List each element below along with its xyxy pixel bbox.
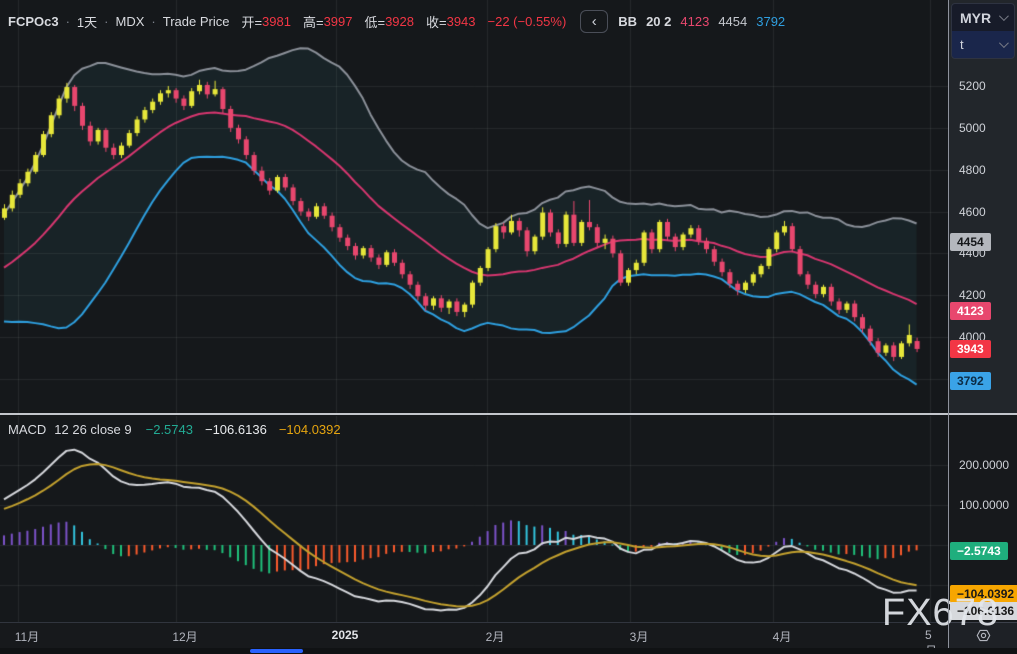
time-axis-label: 11月 (15, 628, 39, 645)
macd-hist-value: −2.5743 (146, 422, 193, 437)
collapse-indicators-button[interactable]: ‹ (580, 10, 608, 33)
price-label-badge: 4454 (950, 233, 991, 251)
time-axis[interactable]: 11月12月20252月3月4月5月 (0, 622, 949, 648)
currency-value: MYR (960, 10, 991, 26)
bottom-scrollbar-track (0, 648, 1017, 654)
macd-chart-canvas[interactable] (0, 416, 949, 622)
time-axis-label: 3月 (630, 628, 649, 645)
macd-indicator-legend[interactable]: MACD 12 26 close 9 −2.5743 −106.6136 −10… (8, 420, 341, 438)
time-axis-label: 4月 (773, 628, 792, 645)
high-value: 3997 (324, 14, 353, 29)
price-label-badge: 3943 (950, 340, 991, 358)
bb-name: BB (618, 14, 637, 29)
symbol-name[interactable]: FCPOc3 (8, 14, 59, 29)
axis-separator[interactable] (948, 0, 949, 648)
price-tick: 4200 (959, 288, 986, 302)
bb-lower-value: 3792 (756, 14, 785, 29)
chevron-left-icon: ‹ (592, 13, 597, 30)
price-label-badge: −2.5743 (950, 542, 1008, 560)
time-axis-label: 2月 (486, 628, 505, 645)
macd-signal-value: −104.0392 (279, 422, 341, 437)
close-value: 3943 (447, 14, 476, 29)
low-value: 3928 (385, 14, 414, 29)
change-value: −22 (−0.55%) (488, 14, 567, 29)
price-axis[interactable]: MYR t 5200500048004600440042004000200.00… (949, 0, 1017, 654)
price-label-badge: 4123 (950, 302, 991, 320)
separator-dot: · (151, 14, 155, 29)
exchange-label: MDX (116, 14, 145, 29)
high-label: 高= (303, 12, 324, 31)
macd-tick: 100.0000 (959, 498, 1009, 512)
symbol-toolbar: FCPOc3 · 1天 · MDX · Trade Price 开=3981 高… (8, 8, 785, 34)
pane-resize-divider[interactable] (0, 413, 1017, 415)
bb-indicator-legend[interactable]: BB 20 2 4123 4454 3792 (618, 14, 785, 29)
chevron-down-icon (999, 11, 1009, 21)
currency-selector: MYR t (951, 3, 1015, 59)
series-type-label: Trade Price (163, 14, 230, 29)
macd-title: MACD (8, 422, 46, 437)
open-label: 开= (241, 12, 262, 31)
bb-basis-value: 4123 (680, 14, 709, 29)
low-label: 低= (364, 12, 385, 31)
price-tick: 5200 (959, 79, 986, 93)
time-axis-label: 12月 (172, 628, 197, 645)
macd-tick: 200.0000 (959, 458, 1009, 472)
price-chart-canvas[interactable] (0, 0, 949, 414)
price-tick: 4600 (959, 205, 986, 219)
price-label-badge: 3792 (950, 372, 991, 390)
currency-dropdown[interactable]: MYR (952, 4, 1014, 31)
open-value: 3981 (262, 14, 291, 29)
interval-label[interactable]: 1天 (77, 12, 97, 31)
unit-value: t (960, 37, 964, 52)
chevron-down-icon (999, 38, 1009, 48)
unit-dropdown[interactable]: t (952, 31, 1014, 58)
macd-params: 12 26 close 9 (54, 422, 131, 437)
price-tick: 4800 (959, 163, 986, 177)
close-label: 收= (426, 12, 447, 31)
bb-params: 20 2 (646, 14, 671, 29)
trading-chart-app: FCPOc3 · 1天 · MDX · Trade Price 开=3981 高… (0, 0, 1017, 654)
bb-upper-value: 4454 (718, 14, 747, 29)
separator-dot: · (66, 14, 70, 29)
macd-line-value: −106.6136 (205, 422, 267, 437)
time-axis-label: 2025 (332, 628, 359, 642)
bottom-scrollbar-thumb[interactable] (250, 649, 303, 653)
watermark: FX678 (882, 592, 999, 635)
price-tick: 5000 (959, 121, 986, 135)
separator-dot: · (104, 14, 108, 29)
